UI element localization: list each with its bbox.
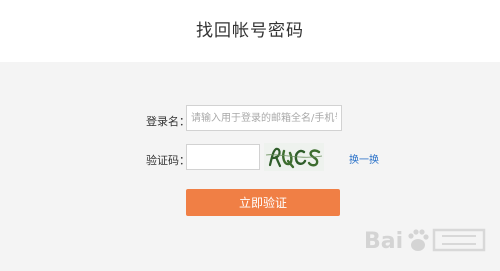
username-input[interactable]: [186, 105, 342, 131]
captcha-label: 验证码：: [146, 154, 190, 167]
captcha-image[interactable]: [264, 143, 324, 171]
page-title: 找回帐号密码: [196, 21, 304, 41]
captcha-glyphs: [265, 147, 323, 169]
page-header: 找回帐号密码: [0, 0, 500, 62]
captcha-input[interactable]: [186, 144, 260, 170]
svg-text:Bai: Bai: [364, 229, 403, 254]
baidu-jingyan-watermark: Bai: [364, 228, 486, 254]
username-label: 登录名：: [146, 115, 190, 128]
paw-icon: [408, 229, 429, 251]
captcha-refresh-link[interactable]: 换一换: [349, 151, 379, 166]
verify-now-button[interactable]: 立即验证: [186, 189, 340, 216]
